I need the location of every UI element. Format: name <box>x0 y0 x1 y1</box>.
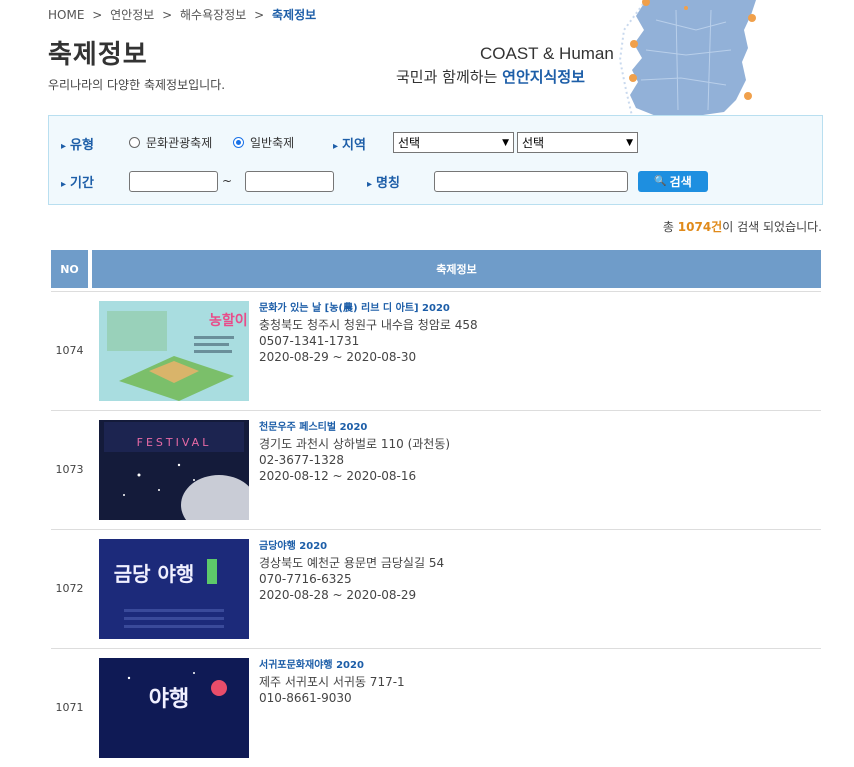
brand-korean-prefix: 국민과 함께하는 <box>396 68 503 86</box>
radio-culture-festival[interactable]: 문화관광축제 <box>129 134 212 151</box>
festival-poster-image[interactable]: FESTIVAL <box>99 420 249 520</box>
festival-title[interactable]: 천문우주 페스티벌 2020 <box>259 420 450 436</box>
type-label: 유형 <box>61 134 94 153</box>
poster-title-1: 농할이 <box>209 312 248 329</box>
festival-info: 문화가 있는 날 [농(農) 리브 디 아트] 2020 충청북도 청주시 청원… <box>259 301 478 365</box>
region-select-province-value: 선택 <box>398 136 421 150</box>
radio-general-festival[interactable]: 일반축제 <box>233 134 294 151</box>
brand-english: COAST & Human <box>480 44 614 63</box>
region-label: 지역 <box>333 134 366 153</box>
brand-korean: 국민과 함께하는 연안지식정보 <box>396 66 585 87</box>
festival-address: 경상북도 예천군 용문면 금당실길 54 <box>259 556 445 570</box>
festival-poster-image[interactable]: 농할이 <box>99 301 249 401</box>
table-row: 1071 야행 서귀포문화재야행 2020 제주 서귀포시 서귀동 717-1 … <box>51 648 821 767</box>
breadcrumb-sep: > <box>162 8 173 22</box>
brand-korean-highlight: 연안지식정보 <box>502 68 585 86</box>
search-button[interactable]: 🔍 검색 <box>638 171 708 192</box>
column-header-info: 축제정보 <box>92 250 821 288</box>
result-suffix: 이 검색 되었습니다. <box>722 220 822 234</box>
poster-title-2: FESTIVAL <box>137 436 212 449</box>
radio-off-icon <box>129 137 140 148</box>
breadcrumb-current: 축제정보 <box>271 8 317 22</box>
festival-info: 금당야행 2020 경상북도 예천군 용문면 금당실길 54 070-7716-… <box>259 539 444 603</box>
breadcrumb-sep: > <box>254 8 265 22</box>
radio-label-culture: 문화관광축제 <box>146 136 213 150</box>
result-count: 총 1074건이 검색 되었습니다. <box>663 218 822 235</box>
chevron-down-icon: ▼ <box>502 137 509 148</box>
festival-address: 충청북도 청주시 청원구 내수읍 청암로 458 <box>259 318 478 332</box>
region-select-city-value: 선택 <box>522 136 545 150</box>
result-count-value: 1074건 <box>677 220 723 234</box>
row-no: 1074 <box>55 344 84 357</box>
korea-map-icon <box>618 0 756 116</box>
row-no: 1072 <box>55 582 84 595</box>
breadcrumb-home[interactable]: HOME <box>48 8 84 22</box>
festival-phone: 02-3677-1328 <box>259 453 345 467</box>
breadcrumb-sep: > <box>92 8 103 22</box>
festival-info: 천문우주 페스티벌 2020 경기도 과천시 상하벌로 110 (과천동) 02… <box>259 420 450 484</box>
period-label: 기간 <box>61 172 94 191</box>
period-end-input[interactable] <box>245 171 334 192</box>
period-start-input[interactable] <box>129 171 218 192</box>
festival-poster-image[interactable]: 금당 야행 <box>99 539 249 639</box>
festival-phone: 010-8661-9030 <box>259 691 352 705</box>
breadcrumb-level1[interactable]: 연안정보 <box>110 8 154 22</box>
breadcrumb: HOME > 연안정보 > 해수욕장정보 > 축제정보 <box>48 6 320 23</box>
search-button-label: 검색 <box>669 175 692 189</box>
name-input[interactable] <box>434 171 628 192</box>
poster-title-3: 금당 야행 <box>114 562 195 586</box>
table-row: 1074 농할이 문화가 있는 날 [농(農) 리브 디 아트] 2020 충청… <box>51 291 821 410</box>
row-no: 1073 <box>55 463 84 476</box>
festival-title[interactable]: 금당야행 2020 <box>259 539 444 555</box>
search-icon: 🔍 <box>654 176 667 187</box>
region-select-province[interactable]: 선택 ▼ <box>393 132 514 153</box>
festival-address: 경기도 과천시 상하벌로 110 (과천동) <box>259 437 451 451</box>
festival-poster-image[interactable]: 야행 <box>99 658 249 758</box>
period-tilde: ~ <box>222 174 233 188</box>
festival-period: 2020-08-29 ~ 2020-08-30 <box>259 350 417 364</box>
radio-on-icon <box>233 137 244 148</box>
page-title: 축제정보 <box>48 40 148 70</box>
festival-title[interactable]: 문화가 있는 날 [농(農) 리브 디 아트] 2020 <box>259 301 478 317</box>
region-select-city[interactable]: 선택 ▼ <box>517 132 638 153</box>
radio-label-general: 일반축제 <box>250 136 295 150</box>
result-prefix: 총 <box>662 220 678 234</box>
page-subtitle: 우리나라의 다양한 축제정보입니다. <box>48 78 226 92</box>
festival-address: 제주 서귀포시 서귀동 717-1 <box>259 675 405 689</box>
festival-period: 2020-08-12 ~ 2020-08-16 <box>259 469 417 483</box>
festival-phone: 0507-1341-1731 <box>259 334 360 348</box>
row-no: 1071 <box>55 701 84 714</box>
festival-info: 서귀포문화재야행 2020 제주 서귀포시 서귀동 717-1 010-8661… <box>259 658 405 706</box>
search-panel: 유형 문화관광축제 일반축제 지역 선택 ▼ 선택 ▼ 기간 ~ 명칭 🔍검색 <box>48 115 823 205</box>
table-row: 1072 금당 야행 금당야행 2020 경상북도 예천군 용문면 금당실길 5… <box>51 529 821 648</box>
chevron-down-icon: ▼ <box>626 137 633 148</box>
table-header: NO 축제정보 <box>51 250 821 288</box>
festival-period: 2020-08-28 ~ 2020-08-29 <box>259 588 417 602</box>
festival-phone: 070-7716-6325 <box>259 572 352 586</box>
table-row: 1073 FESTIVAL 천문우주 페스티벌 2020 경기도 과천시 상하벌… <box>51 410 821 529</box>
name-label: 명칭 <box>367 172 400 191</box>
breadcrumb-level2[interactable]: 해수욕장정보 <box>180 8 246 22</box>
column-header-no: NO <box>51 250 88 288</box>
festival-title[interactable]: 서귀포문화재야행 2020 <box>259 658 405 674</box>
